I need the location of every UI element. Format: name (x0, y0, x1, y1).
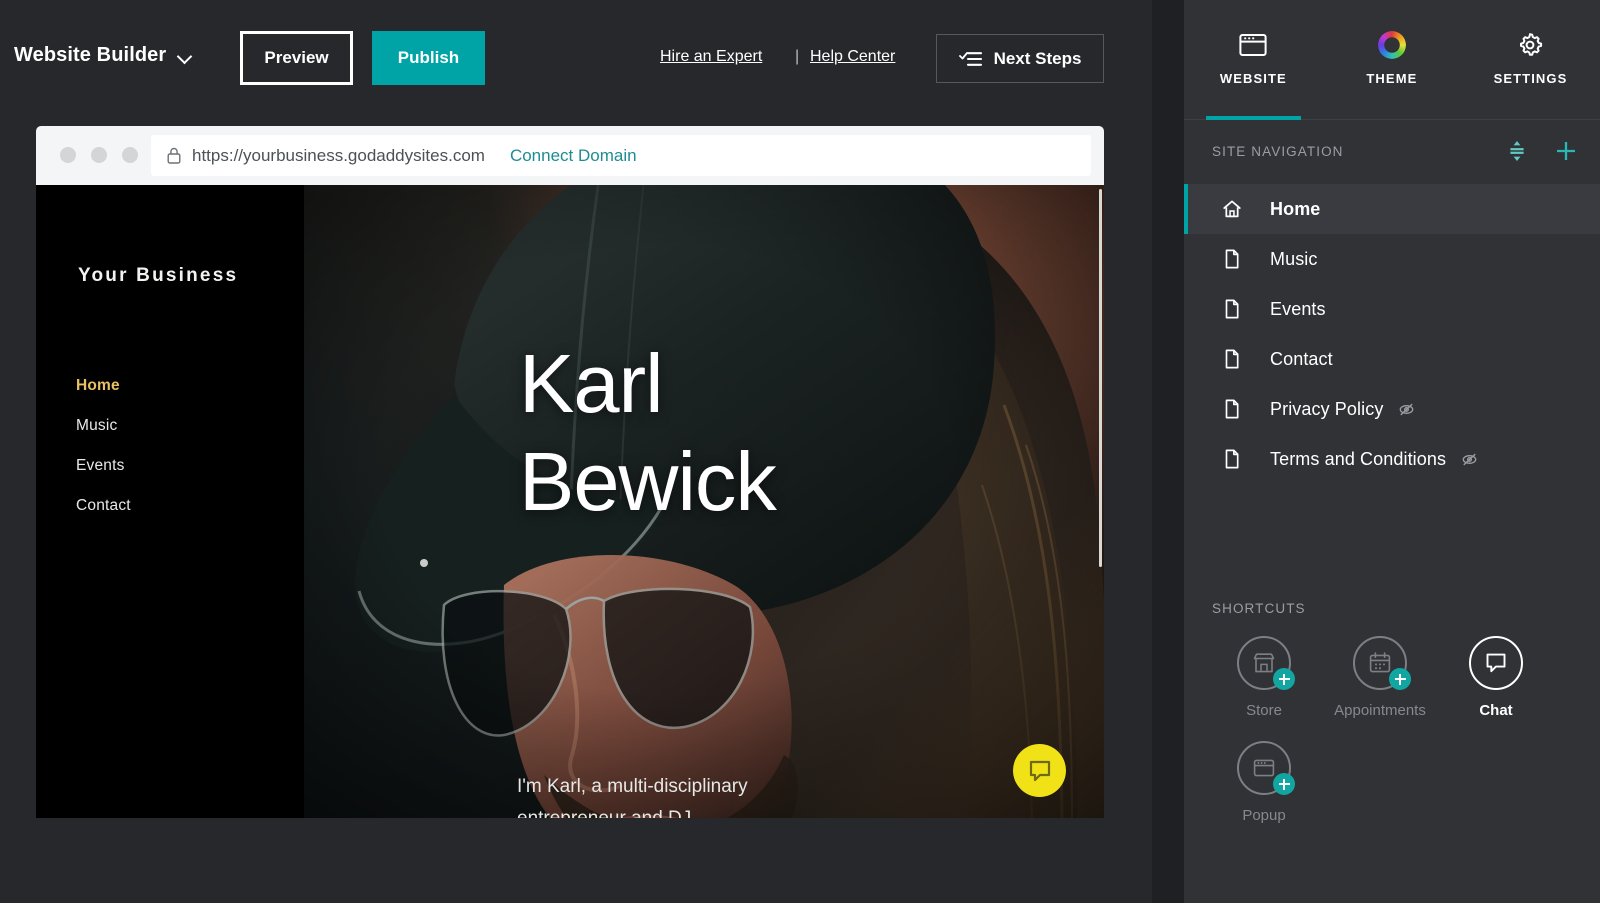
hero-title-line-1: Karl (519, 335, 776, 433)
nav-item-label: Home (1270, 199, 1320, 220)
site-sidebar: Your Business Home Music Events Contact (36, 185, 304, 818)
nav-item-music[interactable]: Music (1184, 234, 1600, 284)
site-nav-item-events[interactable]: Events (76, 457, 131, 475)
nav-item-label: Terms and Conditions (1270, 449, 1446, 470)
plus-icon[interactable] (1554, 139, 1578, 163)
nav-item-label: Music (1270, 249, 1318, 270)
hero-title: Karl Bewick (519, 335, 776, 531)
tab-website[interactable]: WEBSITE (1184, 0, 1323, 120)
color-wheel-icon (1323, 28, 1462, 62)
top-toolbar: Website Builder Preview Publish Hire an … (0, 0, 1184, 118)
site-nav-item-contact[interactable]: Contact (76, 497, 131, 515)
tab-theme-label: THEME (1323, 71, 1462, 86)
hidden-page-eye-off-icon (1397, 400, 1416, 419)
lock-icon (167, 147, 181, 164)
tab-settings[interactable]: SETTINGS (1461, 0, 1600, 120)
nav-item-privacy-policy[interactable]: Privacy Policy (1184, 384, 1600, 434)
window-dot (122, 147, 138, 163)
reorder-icon[interactable] (1506, 140, 1528, 162)
shortcut-label: Appointments (1322, 702, 1438, 719)
page-icon (1220, 298, 1244, 320)
publish-button[interactable]: Publish (372, 31, 485, 85)
site-navigation-title: SITE NAVIGATION (1212, 144, 1344, 159)
preview-browser-chrome: https://yourbusiness.godaddysites.com Co… (36, 126, 1104, 185)
shortcut-label: Store (1206, 702, 1322, 719)
tab-website-label: WEBSITE (1184, 71, 1323, 86)
shortcut-chat[interactable]: Chat (1438, 636, 1554, 719)
shortcut-label: Chat (1438, 702, 1554, 719)
preview-vertical-scrollbar[interactable] (1099, 189, 1102, 567)
shortcuts-title: SHORTCUTS (1212, 601, 1306, 616)
calendar-icon (1367, 650, 1393, 676)
hire-an-expert-link[interactable]: Hire an Expert (660, 48, 762, 66)
gear-icon (1461, 28, 1600, 62)
shortcut-label: Popup (1206, 807, 1322, 824)
add-shortcut-badge[interactable] (1273, 773, 1295, 795)
nav-item-label: Events (1270, 299, 1326, 320)
window-dot (60, 147, 76, 163)
tab-theme[interactable]: THEME (1323, 0, 1462, 120)
chevron-down-icon (178, 51, 194, 61)
home-icon (1220, 198, 1244, 220)
site-nav-menu: Home Music Events Contact (76, 377, 131, 537)
panel-tabs: WEBSITE THEME SETTIN (1184, 0, 1600, 120)
website-builder-app: Website Builder Preview Publish Hire an … (0, 0, 1600, 903)
connect-domain-link[interactable]: Connect Domain (510, 146, 637, 166)
shortcuts-header: SHORTCUTS (1184, 600, 1600, 618)
nav-item-terms-and-conditions[interactable]: Terms and Conditions (1184, 434, 1600, 484)
shortcuts-grid: Store App (1184, 636, 1574, 846)
page-icon (1220, 348, 1244, 370)
app-menu-button[interactable]: Website Builder (14, 44, 194, 67)
chat-bubble-icon (1483, 650, 1509, 676)
window-dot (91, 147, 107, 163)
nav-item-home[interactable]: Home (1184, 184, 1600, 234)
tab-settings-label: SETTINGS (1461, 71, 1600, 86)
url-bar[interactable]: https://yourbusiness.godaddysites.com Co… (151, 135, 1091, 176)
page-icon (1220, 248, 1244, 270)
nav-item-contact[interactable]: Contact (1184, 334, 1600, 384)
hero-subtitle: I'm Karl, a multi-disciplinary entrepren… (517, 771, 847, 818)
shortcut-appointments[interactable]: Appointments (1322, 636, 1438, 719)
nav-item-events[interactable]: Events (1184, 284, 1600, 334)
browser-window-icon (1184, 28, 1323, 62)
hero-section: Karl Bewick I'm Karl, a multi-disciplina… (304, 185, 1104, 818)
hidden-page-eye-off-icon (1460, 450, 1479, 469)
window-dots (60, 147, 138, 163)
chat-bubble-icon (1027, 758, 1053, 784)
editor-area: Website Builder Preview Publish Hire an … (0, 0, 1184, 903)
page-icon (1220, 448, 1244, 470)
page-icon (1220, 398, 1244, 420)
store-icon (1251, 650, 1277, 676)
popup-window-icon (1251, 755, 1277, 781)
help-center-link[interactable]: Help Center (810, 48, 895, 66)
site-nav-item-home[interactable]: Home (76, 377, 131, 395)
add-shortcut-badge[interactable] (1389, 668, 1411, 690)
site-navigation-list: Home Music Events (1184, 184, 1600, 484)
site-navigation-header: SITE NAVIGATION (1184, 120, 1600, 182)
nav-item-label: Contact (1270, 349, 1333, 370)
preview-button[interactable]: Preview (240, 31, 353, 85)
hero-title-line-2: Bewick (519, 433, 776, 531)
panel-rail (1152, 0, 1184, 903)
add-shortcut-badge[interactable] (1273, 668, 1295, 690)
right-panel: WEBSITE THEME SETTIN (1184, 0, 1600, 903)
shortcut-popup[interactable]: Popup (1206, 741, 1322, 824)
site-chat-widget-button[interactable] (1013, 744, 1066, 797)
nav-item-label: Privacy Policy (1270, 399, 1383, 420)
site-nav-item-music[interactable]: Music (76, 417, 131, 435)
checklist-icon (959, 50, 983, 68)
site-logo: Your Business (78, 265, 238, 287)
toolbar-separator: | (795, 48, 799, 66)
next-steps-button[interactable]: Next Steps (936, 34, 1104, 83)
shortcut-store[interactable]: Store (1206, 636, 1322, 719)
next-steps-label: Next Steps (994, 49, 1082, 69)
app-title: Website Builder (14, 44, 166, 67)
url-text: https://yourbusiness.godaddysites.com (192, 146, 485, 166)
site-preview-viewport[interactable]: Your Business Home Music Events Contact (36, 185, 1104, 818)
